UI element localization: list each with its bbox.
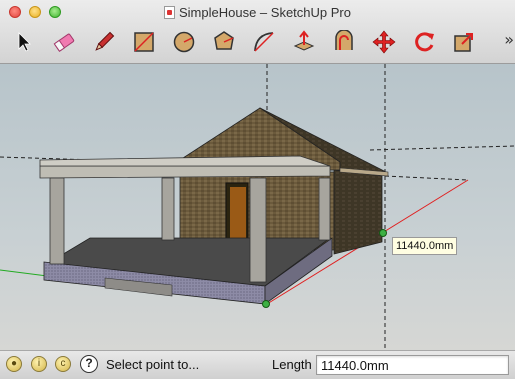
cursor-endpoint-marker [379,229,387,237]
status-bar: ● i c ? Select point to... Length [0,350,515,379]
document-icon [164,6,175,19]
status-message: Select point to... [106,357,200,372]
pencil-icon [95,31,115,51]
status-info-icon[interactable]: c [55,356,71,372]
eraser-icon [53,33,75,52]
select-tool-button[interactable] [6,25,42,59]
rectangle-tool-button[interactable] [126,25,162,59]
arc-tool-button[interactable] [246,25,282,59]
move-tool-button[interactable] [366,25,402,59]
measurements-input[interactable] [316,355,509,375]
arc-icon [254,32,274,52]
eraser-tool-button[interactable] [46,25,82,59]
polygon-icon [214,31,234,50]
line-tool-button[interactable] [86,25,122,59]
scale-tool-button[interactable] [446,25,482,59]
polygon-tool-button[interactable] [206,25,242,59]
offset-tool-button[interactable] [326,25,362,59]
geo-location-icon[interactable]: ● [6,356,22,372]
sketchup-window: SimpleHouse – SketchUp Pro » 11440.0mm ●… [0,0,515,379]
title-toolbar: SimpleHouse – SketchUp Pro » [0,0,515,64]
window-title: SimpleHouse – SketchUp Pro [179,5,351,20]
circle-tool-button[interactable] [166,25,202,59]
length-label: Length [272,357,312,372]
offset-icon [335,30,353,50]
model-canvas [0,64,515,350]
credits-icon[interactable]: i [31,356,47,372]
main-toolbar [6,25,482,59]
circle-icon [173,31,195,53]
window-title-bar: SimpleHouse – SketchUp Pro [0,4,515,22]
toolbar-overflow-button[interactable]: » [504,30,514,49]
model-viewport[interactable]: 11440.0mm [0,64,515,350]
push-pull-tool-button[interactable] [286,25,322,59]
push-pull-icon [293,30,315,51]
help-button[interactable]: ? [80,355,98,373]
length-tooltip: 11440.0mm [392,237,458,255]
arrow-cursor-icon [18,32,31,52]
rotate-tool-button[interactable] [406,25,442,59]
origin-endpoint-marker [262,300,270,308]
scale-icon [454,33,473,52]
rotate-icon [415,32,434,52]
rectangle-icon [134,32,154,52]
move-icon [372,30,396,54]
